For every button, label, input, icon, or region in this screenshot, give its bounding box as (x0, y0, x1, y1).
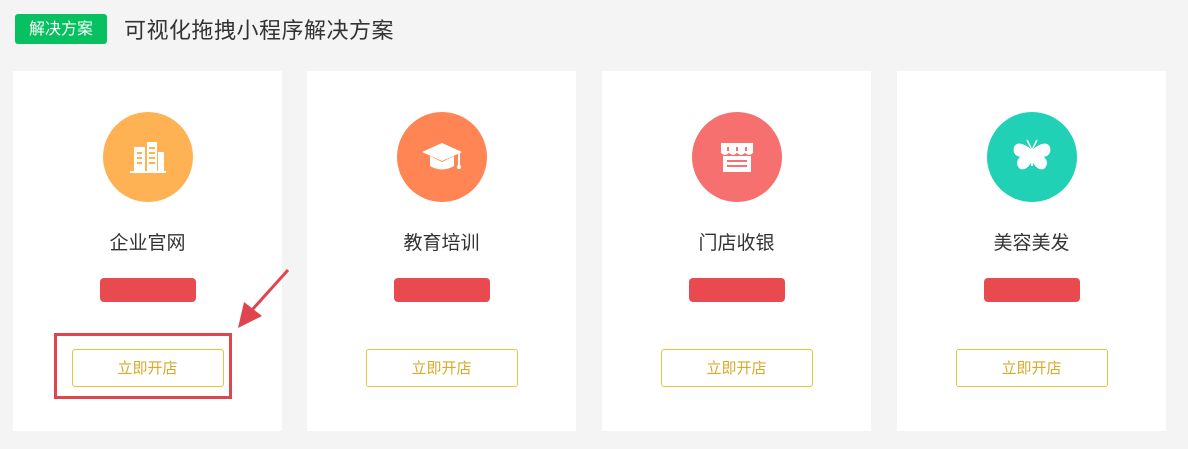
card-title: 门店收银 (698, 232, 775, 254)
redacted-label (983, 278, 1080, 302)
solution-card-beauty-salon[interactable]: 美容美发 立即开店 (897, 71, 1166, 431)
highlight-box (54, 333, 232, 399)
open-store-button[interactable]: 立即开店 (660, 349, 813, 387)
redacted-label (99, 278, 196, 302)
open-store-button[interactable]: 立即开店 (955, 349, 1108, 387)
redacted-label (393, 278, 490, 302)
card-title: 企业官网 (109, 232, 186, 254)
section-header: 解决方案 可视化拖拽小程序解决方案 (15, 13, 394, 45)
card-title: 教育培训 (403, 232, 480, 254)
storefront-icon (691, 112, 782, 202)
solution-card-store-cashier[interactable]: 门店收银 立即开店 (602, 71, 871, 431)
butterfly-icon (986, 112, 1077, 202)
graduation-cap-icon (396, 112, 487, 202)
open-store-button[interactable]: 立即开店 (365, 349, 518, 387)
solution-badge: 解决方案 (15, 14, 108, 44)
card-title: 美容美发 (993, 232, 1070, 254)
page-title: 可视化拖拽小程序解决方案 (124, 19, 395, 44)
building-icon (102, 112, 193, 202)
arrow-icon (238, 268, 290, 328)
redacted-label (688, 278, 785, 302)
solution-card-education[interactable]: 教育培训 立即开店 (307, 71, 576, 431)
